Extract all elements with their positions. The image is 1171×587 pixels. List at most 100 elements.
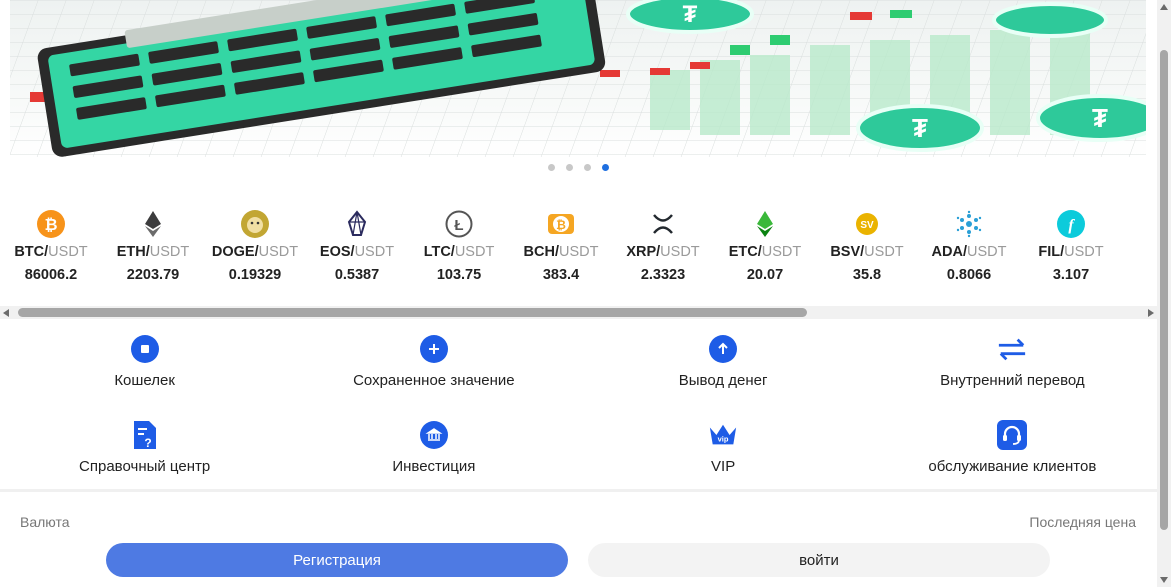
svg-text:SV: SV — [860, 220, 874, 231]
ticker-pair: LTC/USDT — [424, 244, 495, 260]
ticker-price: 35.8 — [852, 267, 882, 283]
menu-wallet-label: Кошелек — [114, 372, 175, 389]
market-list-header: Валюта Последняя цена — [20, 514, 1136, 530]
menu-customer-service-label: обслуживание клиентов — [928, 458, 1097, 475]
ticker-pair: BCH/USDT — [524, 244, 599, 260]
login-button[interactable]: войти — [588, 543, 1050, 577]
ticker-item[interactable]: f FIL/USDT 3.107 — [1020, 210, 1122, 283]
menu-investment-label: Инвестиция — [392, 458, 476, 475]
horizontal-scrollbar[interactable] — [0, 306, 1157, 319]
carousel-dot[interactable] — [584, 164, 591, 171]
ticker-quote: USDT — [1064, 244, 1104, 260]
carousel-dot[interactable] — [566, 164, 573, 171]
ticker-quote: USDT — [48, 244, 88, 260]
menu-saved-value-label: Сохраненное значение — [353, 372, 515, 389]
plus-circle-icon — [419, 334, 449, 364]
ticker-item[interactable]: Ł LTC/USDT 103.75 — [408, 210, 510, 283]
ticker-price: 0.19329 — [228, 267, 282, 283]
ticker-base: FIL/ — [1038, 244, 1065, 260]
quick-menu: Кошелек Сохраненное значение Вывод денег… — [0, 330, 1157, 502]
ticker-pair: FIL/USDT — [1038, 244, 1103, 260]
scroll-up-arrow-icon[interactable] — [1160, 4, 1168, 10]
promo-banner[interactable]: ₮ ₮ ₮ — [10, 0, 1146, 157]
ethereum-classic-icon — [751, 210, 779, 238]
ticker-item[interactable]: EOS/USDT 0.5387 — [306, 210, 408, 283]
transfer-arrows-icon — [997, 334, 1027, 364]
carousel-dot[interactable] — [548, 164, 555, 171]
ticker-pair: XRP/USDT — [626, 244, 699, 260]
ticker-quote: USDT — [761, 244, 802, 260]
ticker-base: BSV/ — [830, 244, 865, 260]
ticker-item[interactable]: ₿ BCH/USDT 383.4 — [510, 210, 612, 283]
scroll-left-arrow-icon[interactable] — [3, 309, 9, 317]
menu-internal-transfer-label: Внутренний перевод — [940, 372, 1085, 389]
help-document-icon: ? — [130, 420, 160, 450]
ticker-item[interactable]: ₿ BTC/USDT 86006.2 — [0, 210, 102, 283]
ticker-quote: USDT — [660, 244, 700, 260]
ticker-price: 3.107 — [1052, 267, 1090, 283]
svg-text:vip: vip — [718, 435, 729, 444]
vip-crown-icon: vip — [708, 420, 738, 450]
ticker-quote: USDT — [149, 244, 190, 260]
ticker-quote: USDT — [966, 244, 1007, 260]
ticker-price: 86006.2 — [24, 267, 78, 283]
register-button[interactable]: Регистрация — [106, 543, 568, 577]
scrollbar-thumb[interactable] — [18, 308, 807, 317]
menu-saved-value[interactable]: Сохраненное значение — [289, 330, 578, 416]
svg-text:Ł: Ł — [454, 217, 463, 234]
ticker-item[interactable]: ETH/USDT 2203.79 — [102, 210, 204, 283]
svg-text:?: ? — [144, 436, 151, 450]
ticker-base: LTC/ — [423, 244, 455, 260]
svg-text:₮: ₮ — [1092, 103, 1108, 133]
scroll-down-arrow-icon[interactable] — [1160, 577, 1168, 583]
scroll-right-arrow-icon[interactable] — [1148, 309, 1154, 317]
ticker-item[interactable]: ADA/USDT 0.8066 — [918, 210, 1020, 283]
ticker-quote: USDT — [258, 244, 299, 260]
ticker-base: ADA/ — [931, 244, 967, 260]
ticker-item[interactable]: DOGE/USDT 0.19329 — [204, 210, 306, 283]
ticker-base: ETC/ — [728, 244, 762, 260]
ticker-pair: BSV/USDT — [830, 244, 903, 260]
ticker-price: 103.75 — [436, 267, 482, 283]
ticker-pair: EOS/USDT — [320, 244, 394, 260]
ticker-item[interactable]: ETC/USDT 20.07 — [714, 210, 816, 283]
ticker-base: XRP/ — [626, 244, 661, 260]
ticker-price: 2.3323 — [640, 267, 686, 283]
arrow-up-circle-icon — [708, 334, 738, 364]
ticker-item[interactable]: TRX0.2 — [1122, 210, 1146, 283]
ticker-quote: USDT — [454, 244, 495, 260]
ticker-base: BTC/ — [14, 244, 49, 260]
headset-icon — [997, 420, 1028, 450]
currency-column-header: Валюта — [20, 514, 70, 530]
section-divider — [0, 489, 1157, 492]
ticker-price: 383.4 — [542, 267, 580, 283]
menu-wallet[interactable]: Кошелек — [0, 330, 289, 416]
ticker-price: 0.5387 — [334, 267, 380, 283]
menu-withdraw[interactable]: Вывод денег — [579, 330, 868, 416]
ticker-item[interactable]: SV BSV/USDT 35.8 — [816, 210, 918, 283]
svg-text:₮: ₮ — [683, 1, 698, 28]
svg-text:₿: ₿ — [556, 218, 566, 232]
xrp-icon — [649, 210, 677, 238]
ethereum-icon — [139, 210, 167, 238]
ticker-pair: ETC/USDT — [729, 244, 802, 260]
ticker-base: DOGE/ — [211, 244, 259, 260]
bitcoin-sv-icon: SV — [853, 210, 881, 238]
vertical-scrollbar-thumb[interactable] — [1160, 50, 1168, 530]
vertical-scrollbar[interactable] — [1157, 0, 1171, 587]
filecoin-icon: f — [1057, 210, 1085, 238]
menu-internal-transfer[interactable]: Внутренний перевод — [868, 330, 1157, 416]
bank-icon — [419, 420, 449, 450]
ticker-base: BCH/ — [523, 244, 559, 260]
ticker-price: 0.8066 — [946, 267, 992, 283]
carousel-dot-active[interactable] — [602, 164, 609, 171]
wallet-icon — [130, 334, 160, 364]
ticker-item[interactable]: XRP/USDT 2.3323 — [612, 210, 714, 283]
ticker-pair: BTC/USDT — [14, 244, 87, 260]
coin-ticker: ₿ BTC/USDT 86006.2 ETH/USDT 2203.79 DOGE/USDT… — [0, 200, 1146, 300]
ticker-price: 20.07 — [746, 267, 784, 283]
ticker-quote: USDT — [354, 244, 395, 260]
menu-vip-label: VIP — [711, 458, 736, 475]
menu-withdraw-label: Вывод денег — [678, 372, 768, 389]
ticker-pair: DOGE/USDT — [212, 244, 298, 260]
